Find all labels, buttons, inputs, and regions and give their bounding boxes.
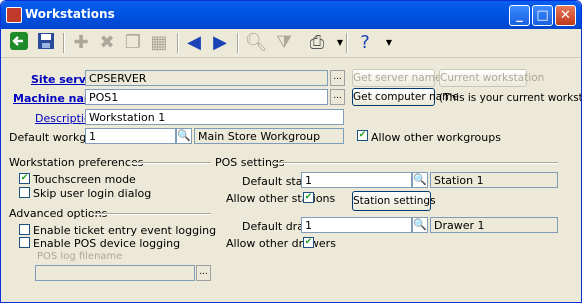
get-computer-name-button[interactable]: Get computer name — [352, 88, 459, 106]
touchscreen-mode-checkbox[interactable]: ✔ — [19, 173, 30, 184]
help-icon[interactable]: ? — [353, 31, 377, 55]
touchscreen-mode-label: Touchscreen mode — [33, 173, 136, 186]
back-icon[interactable] — [7, 31, 31, 55]
station-lookup-display: Station 1 — [430, 172, 558, 188]
ticket-logging-checkbox[interactable] — [19, 224, 30, 235]
copy-icon[interactable]: ❐ — [121, 31, 145, 55]
previous-icon[interactable]: ◀ — [182, 31, 206, 55]
help-dropdown-icon[interactable]: ▼ — [377, 31, 401, 55]
minimize-button[interactable]: _ — [509, 5, 530, 26]
workgroup-lookup-icon[interactable]: 🔍 — [176, 128, 192, 144]
add-icon[interactable]: ✚ — [69, 31, 93, 55]
allow-other-workgroups-checkbox[interactable]: ✔ — [357, 130, 368, 141]
allow-other-drawers-label: Allow other drawers — [226, 237, 336, 250]
toolbar: ✚ ✖ ❐ ▦ ◀ ▶ 🔍︎ ⧩ ⎙ ▼ ? ▼ — [1, 29, 581, 58]
site-server-field[interactable]: CPSERVER — [85, 70, 328, 86]
title-bar: Workstations _ □ ✕ — [1, 1, 581, 29]
workstations-window: Workstations _ □ ✕ ✚ ✖ ❐ ▦ ◀ ▶ 🔍︎ ⧩ ⎙ ▼ … — [0, 0, 582, 303]
window-title: Workstations — [25, 7, 115, 21]
default-drawer-field[interactable]: 1 — [301, 217, 412, 233]
machine-name-field[interactable]: POS1 — [85, 89, 328, 105]
pos-device-logging-checkbox[interactable] — [19, 237, 30, 248]
close-button[interactable]: ✕ — [555, 5, 576, 26]
pos-log-filename-label: POS log filename — [37, 251, 123, 262]
default-station-field[interactable]: 1 — [301, 172, 412, 188]
drawer-lookup-icon[interactable]: 🔍 — [412, 217, 428, 233]
delete-icon[interactable]: ✖ — [95, 31, 119, 55]
workstation-preferences-heading: Workstation preferences — [9, 156, 144, 169]
station-lookup-icon[interactable]: 🔍 — [412, 172, 428, 188]
current-workstation-button[interactable]: Current workstation — [439, 69, 544, 87]
default-workgroup-field[interactable]: 1 — [85, 128, 176, 144]
current-workstation-note: (This is your current workstation) — [439, 92, 582, 104]
save-icon[interactable] — [34, 31, 58, 55]
allow-other-stations-checkbox[interactable]: ✔ — [303, 192, 314, 203]
maximize-button[interactable]: □ — [532, 5, 553, 26]
app-icon — [6, 7, 22, 23]
get-server-name-button[interactable]: Get server name — [352, 69, 441, 87]
station-settings-button[interactable]: Station settings — [352, 191, 436, 211]
site-server-pick-button[interactable]: ... — [330, 70, 345, 86]
search-icon[interactable]: 🔍︎ — [244, 31, 268, 55]
pos-device-logging-label: Enable POS device logging — [33, 237, 181, 250]
calendar-icon[interactable]: ▦ — [147, 31, 171, 55]
description-field[interactable]: Workstation 1 — [85, 109, 344, 125]
ticket-logging-label: Enable ticket entry event logging — [33, 224, 217, 237]
pos-log-filename-field[interactable] — [35, 265, 195, 281]
allow-other-stations-label: Allow other stations — [226, 192, 336, 205]
pos-log-filename-pick-button[interactable]: ... — [196, 265, 211, 281]
print-dropdown-icon[interactable]: ▼ — [328, 31, 352, 55]
next-icon[interactable]: ▶ — [208, 31, 232, 55]
workgroup-lookup-display: Main Store Workgroup — [194, 128, 344, 144]
drawer-lookup-display: Drawer 1 — [430, 217, 558, 233]
skip-user-login-checkbox[interactable] — [19, 187, 30, 198]
machine-name-pick-button[interactable]: ... — [330, 89, 345, 105]
allow-other-drawers-checkbox[interactable]: ✔ — [303, 237, 314, 248]
allow-other-workgroups-label: Allow other workgroups — [371, 131, 501, 144]
skip-user-login-label: Skip user login dialog — [33, 187, 152, 200]
print-icon[interactable]: ⎙ — [305, 31, 329, 55]
filter-icon[interactable]: ⧩ — [272, 31, 296, 55]
